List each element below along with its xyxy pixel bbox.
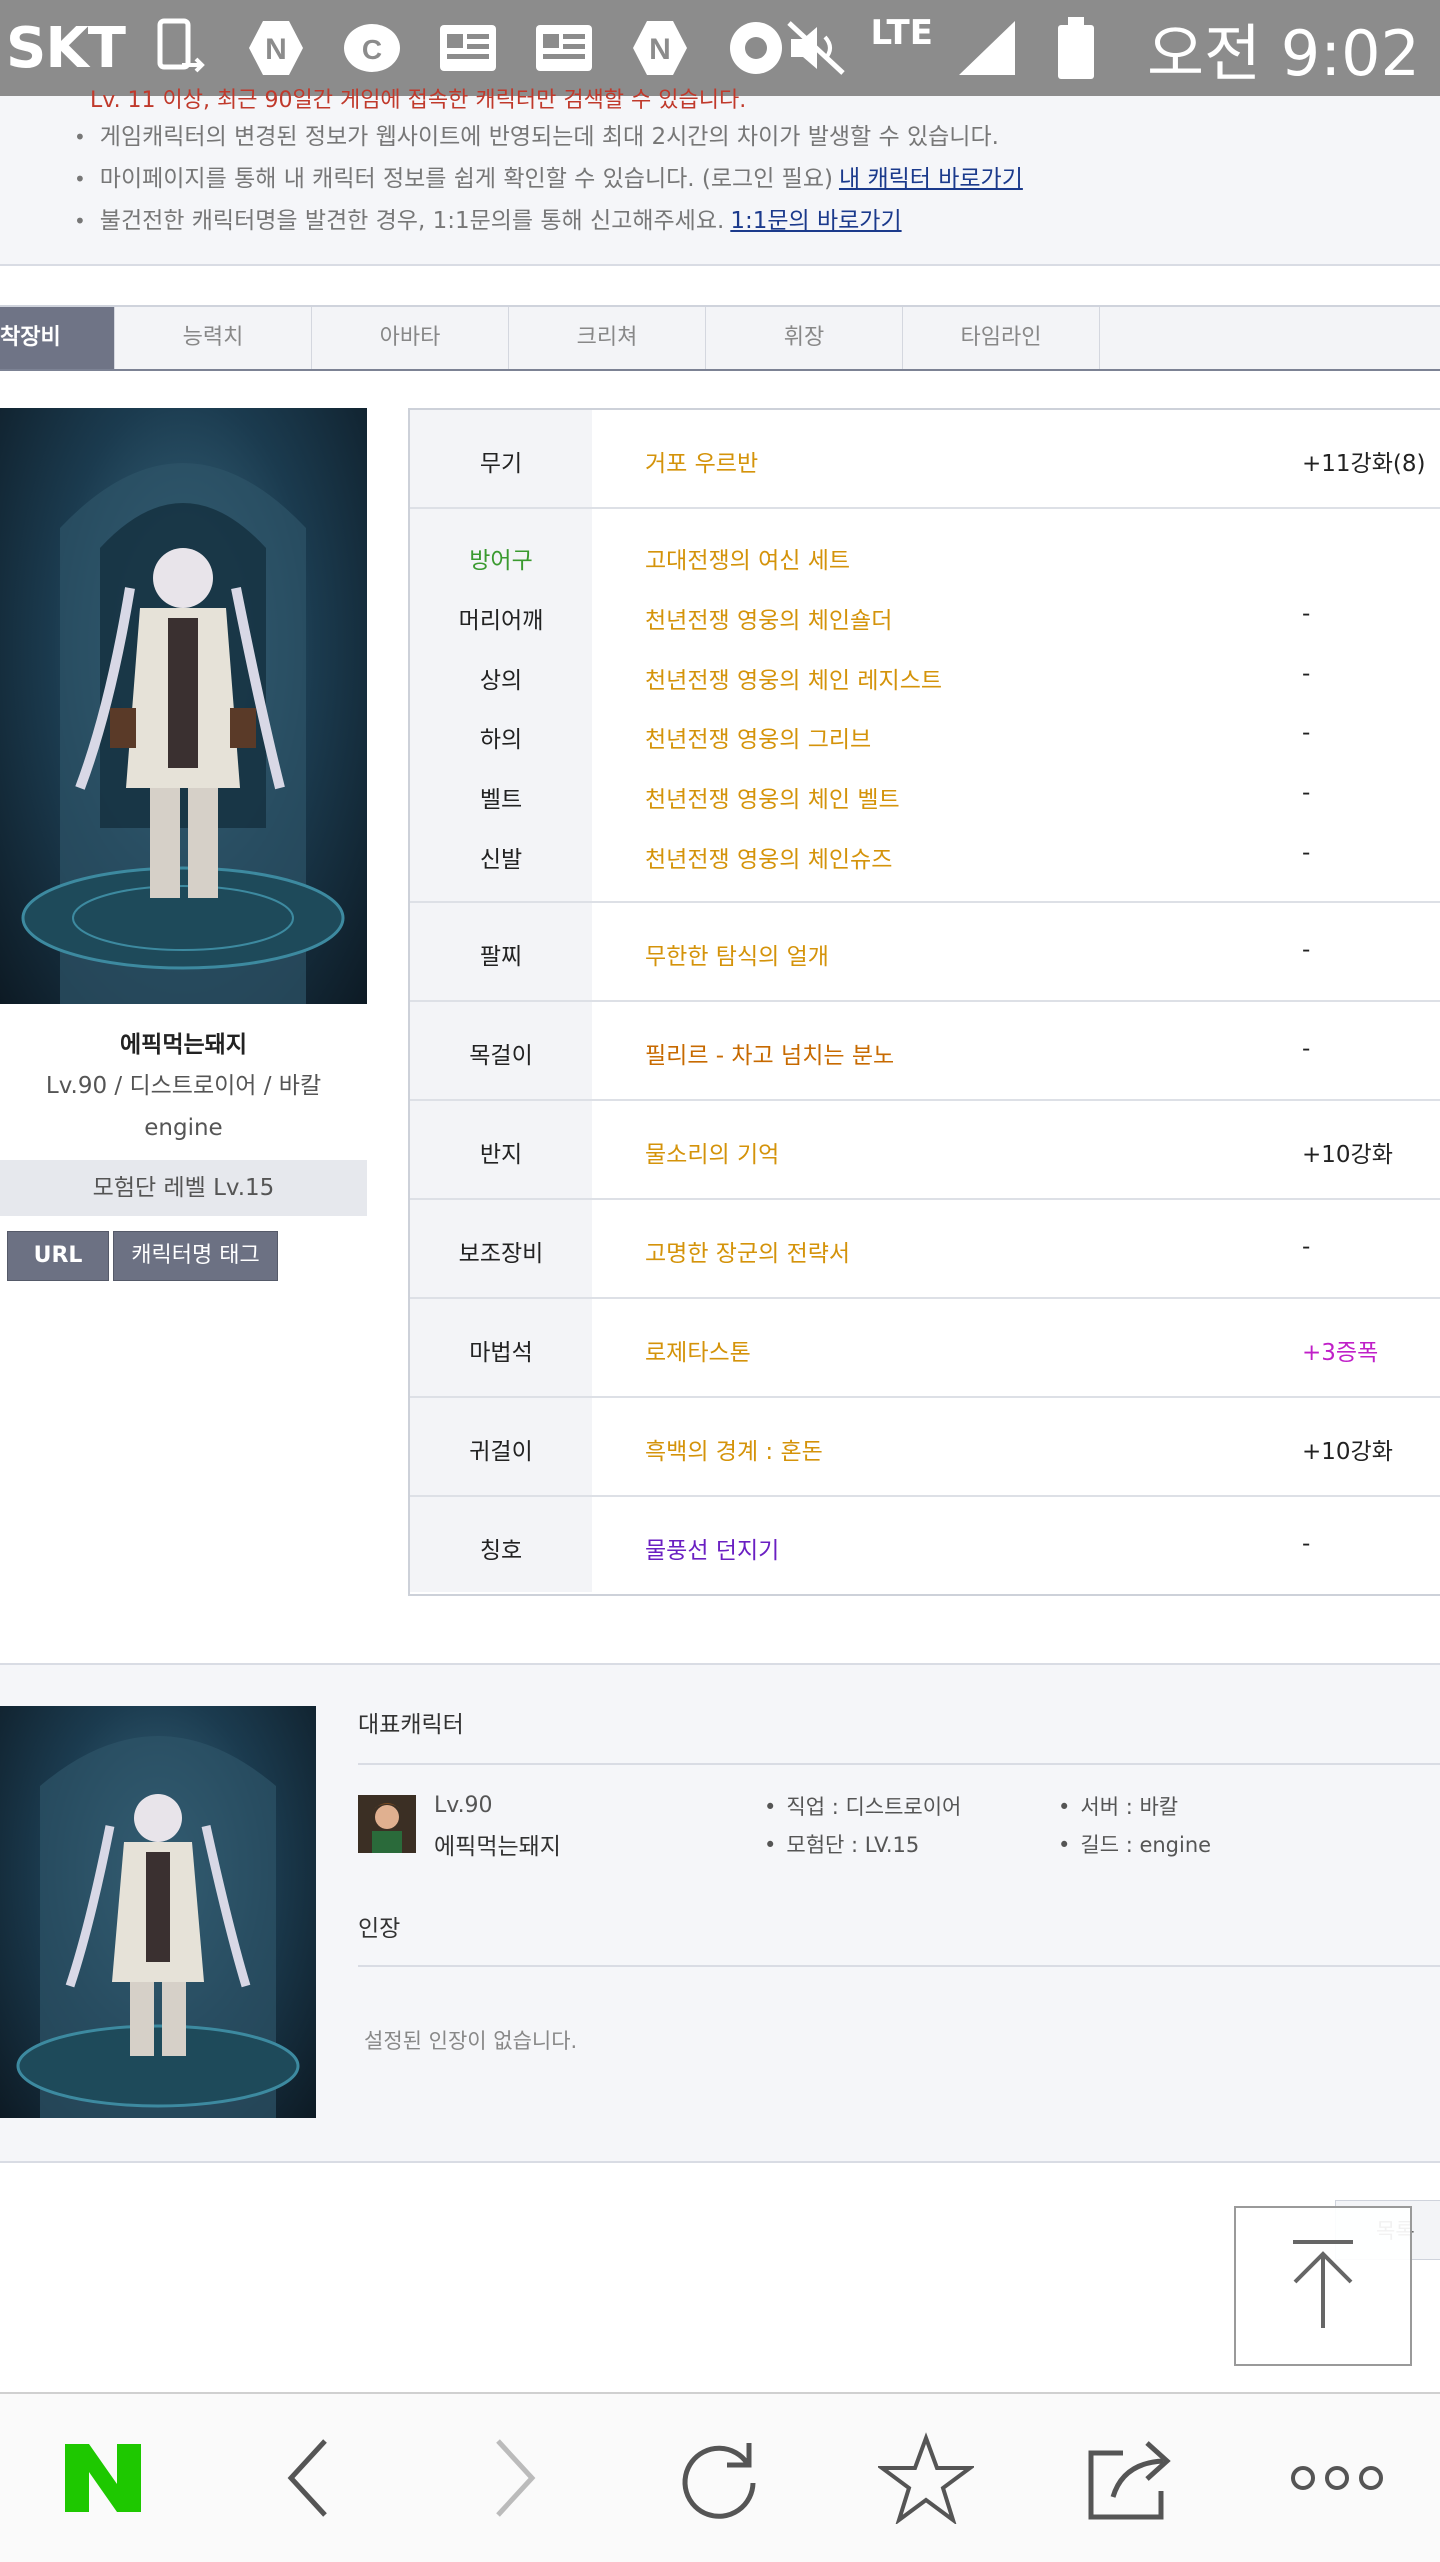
svg-text:C: C: [362, 34, 382, 65]
forward-button[interactable]: [459, 2423, 569, 2533]
avatar: [358, 1795, 416, 1853]
refresh-icon: [682, 2443, 756, 2519]
chevron-right-icon: [496, 2439, 536, 2517]
mute-icon: [783, 15, 849, 81]
tab-insignia[interactable]: 휘장: [706, 307, 903, 369]
equipment-item[interactable]: 필리르 - 차고 넘치는 분노: [645, 1036, 894, 1070]
equipment-row: 팔찌 무한한 탐식의 얼개 -: [410, 903, 1440, 1002]
tab-stats[interactable]: 능력치: [115, 307, 312, 369]
share-button[interactable]: [1076, 2423, 1186, 2533]
character-portrait: [0, 408, 367, 1004]
character-tabs: 착장비 능력치 아바타 크리쳐 휘장 타임라인: [0, 305, 1440, 371]
representative-title: 대표캐릭터: [358, 1712, 464, 1738]
tab-timeline[interactable]: 타임라인: [903, 307, 1100, 369]
svg-text:N: N: [265, 33, 287, 66]
seal-empty-message: 설정된 인장이 없습니다.: [364, 2029, 578, 2053]
equipment-item[interactable]: 무한한 탐식의 얼개: [645, 937, 829, 971]
refresh-button[interactable]: [665, 2423, 775, 2533]
representative-adventure: 모험단 : LV.15: [764, 1829, 919, 1859]
representative-level: Lv.90: [434, 1793, 493, 1818]
equipment-item[interactable]: 로제타스톤: [645, 1333, 751, 1367]
equipment-row-weapon: 무기 거포 우르반 +11강화(8): [410, 410, 1440, 509]
chevron-left-icon: [287, 2439, 327, 2517]
back-button[interactable]: [254, 2423, 364, 2533]
notice-cut-line: Lv. 11 이상, 최근 90일간 게임에 접속한 캐릭터만 검색할 수 있습…: [90, 88, 747, 113]
representative-server: 서버 : 바칼: [1058, 1791, 1178, 1821]
notice-item: 불건전한 캐릭터명을 발견한 경우, 1:1문의를 통해 신고해주세요.1:1문…: [74, 200, 1023, 242]
seal-title: 인장: [358, 1916, 401, 1942]
naver-n-icon: N: [627, 15, 693, 81]
representative-job: 직업 : 디스트로이어: [764, 1791, 961, 1821]
equipment-item[interactable]: 천년전쟁 영웅의 그리브: [645, 720, 871, 754]
equipment-item[interactable]: 천년전쟁 영웅의 체인 벨트: [645, 780, 900, 814]
more-icon: [1291, 2466, 1384, 2490]
equipment-item[interactable]: 천년전쟁 영웅의 체인숄더: [645, 601, 892, 635]
equipment-item[interactable]: 물소리의 기억: [645, 1135, 779, 1169]
news-icon: [531, 15, 597, 81]
svg-text:N: N: [649, 33, 671, 66]
c-icon: C: [339, 15, 405, 81]
equipment-row: 칭호 물풍선 던지기 -: [410, 1497, 1440, 1592]
equipment-row: 반지 물소리의 기억 +10강화: [410, 1101, 1440, 1200]
tab-equipment[interactable]: 착장비: [0, 307, 115, 369]
equipment-item[interactable]: 천년전쟁 영웅의 체인 레지스트: [645, 661, 942, 695]
adventure-level: 모험단 레벨 Lv.15: [0, 1160, 367, 1216]
bookmark-button[interactable]: [871, 2423, 981, 2533]
scroll-top-button[interactable]: [1234, 2206, 1412, 2366]
equipment-row: 목걸이 필리르 - 차고 넘치는 분노 -: [410, 1002, 1440, 1101]
character-name: 에픽먹는돼지: [120, 1032, 247, 1058]
notice-list: 게임캐릭터의 변경된 정보가 웹사이트에 반영되는데 최대 2시간의 차이가 발…: [74, 116, 1023, 242]
carrier-label: SKT: [6, 15, 126, 81]
representative-guild: 길드 : engine: [1058, 1829, 1211, 1859]
star-icon: [877, 2432, 974, 2524]
arrow-up-icon: [1293, 2240, 1353, 2328]
character-info: 에픽먹는돼지 Lv.90 / 디스트로이어 / 바칼 engine: [0, 1025, 367, 1149]
equipment-item[interactable]: 물풍선 던지기: [645, 1531, 779, 1565]
equipment-item[interactable]: 거포 우르반: [645, 444, 758, 478]
notice-item: 마이페이지를 통해 내 캐릭터 정보를 쉽게 확인할 수 있습니다. (로그인 …: [74, 158, 1023, 200]
armor-title: 방어구: [469, 548, 533, 574]
browser-toolbar: [0, 2392, 1440, 2562]
phone-transfer-icon: [147, 15, 213, 81]
network-label: LTE: [870, 13, 933, 53]
tab-avatar[interactable]: 아바타: [312, 307, 509, 369]
news-icon: [435, 15, 501, 81]
notice-item: 게임캐릭터의 변경된 정보가 웹사이트에 반영되는데 최대 2시간의 차이가 발…: [74, 116, 1023, 158]
equipment-row-armor: 방어구 고대전쟁의 여신 세트 머리어깨 천년전쟁 영웅의 체인숄더 - 상의 …: [410, 509, 1440, 903]
equipment-item[interactable]: 고명한 장군의 전략서: [645, 1234, 850, 1268]
representative-name[interactable]: 에픽먹는돼지: [434, 1827, 561, 1861]
share-icon: [1088, 2441, 1172, 2520]
tab-creature[interactable]: 크리쳐: [509, 307, 706, 369]
equipment-item[interactable]: 흑백의 경계 : 혼돈: [645, 1432, 823, 1466]
battery-icon: [1043, 15, 1109, 81]
equipment-item[interactable]: 천년전쟁 영웅의 체인슈즈: [645, 840, 892, 874]
signal-icon: [955, 15, 1021, 81]
equipment-row: 보조장비 고명한 장군의 전략서 -: [410, 1200, 1440, 1299]
naver-n-icon: [64, 2444, 141, 2512]
character-guild: engine: [144, 1115, 223, 1141]
more-button[interactable]: [1282, 2423, 1392, 2533]
url-button[interactable]: URL: [7, 1231, 109, 1281]
character-level-job-server: Lv.90 / 디스트로이어 / 바칼: [45, 1073, 322, 1099]
equipment-table: 무기 거포 우르반 +11강화(8) 방어구 고대전쟁의 여신 세트 머리어깨 …: [408, 408, 1440, 1596]
naver-n-icon: N: [243, 15, 309, 81]
my-character-link[interactable]: 내 캐릭터 바로가기: [839, 166, 1023, 192]
settings-badge-icon: [723, 15, 789, 81]
clock: 오전 9:02: [1146, 17, 1420, 90]
armor-set-name[interactable]: 고대전쟁의 여신 세트: [645, 541, 850, 575]
inquiry-link[interactable]: 1:1문의 바로가기: [730, 208, 901, 234]
naver-home-button[interactable]: [48, 2423, 158, 2533]
character-tag-button[interactable]: 캐릭터명 태그: [113, 1231, 278, 1281]
equipment-row: 귀걸이 흑백의 경계 : 혼돈 +10강화: [410, 1398, 1440, 1497]
representative-portrait: [0, 1706, 316, 2118]
equipment-row: 마법석 로제타스톤 +3증폭: [410, 1299, 1440, 1398]
notice-panel: Lv. 11 이상, 최근 90일간 게임에 접속한 캐릭터만 검색할 수 있습…: [0, 88, 1440, 266]
